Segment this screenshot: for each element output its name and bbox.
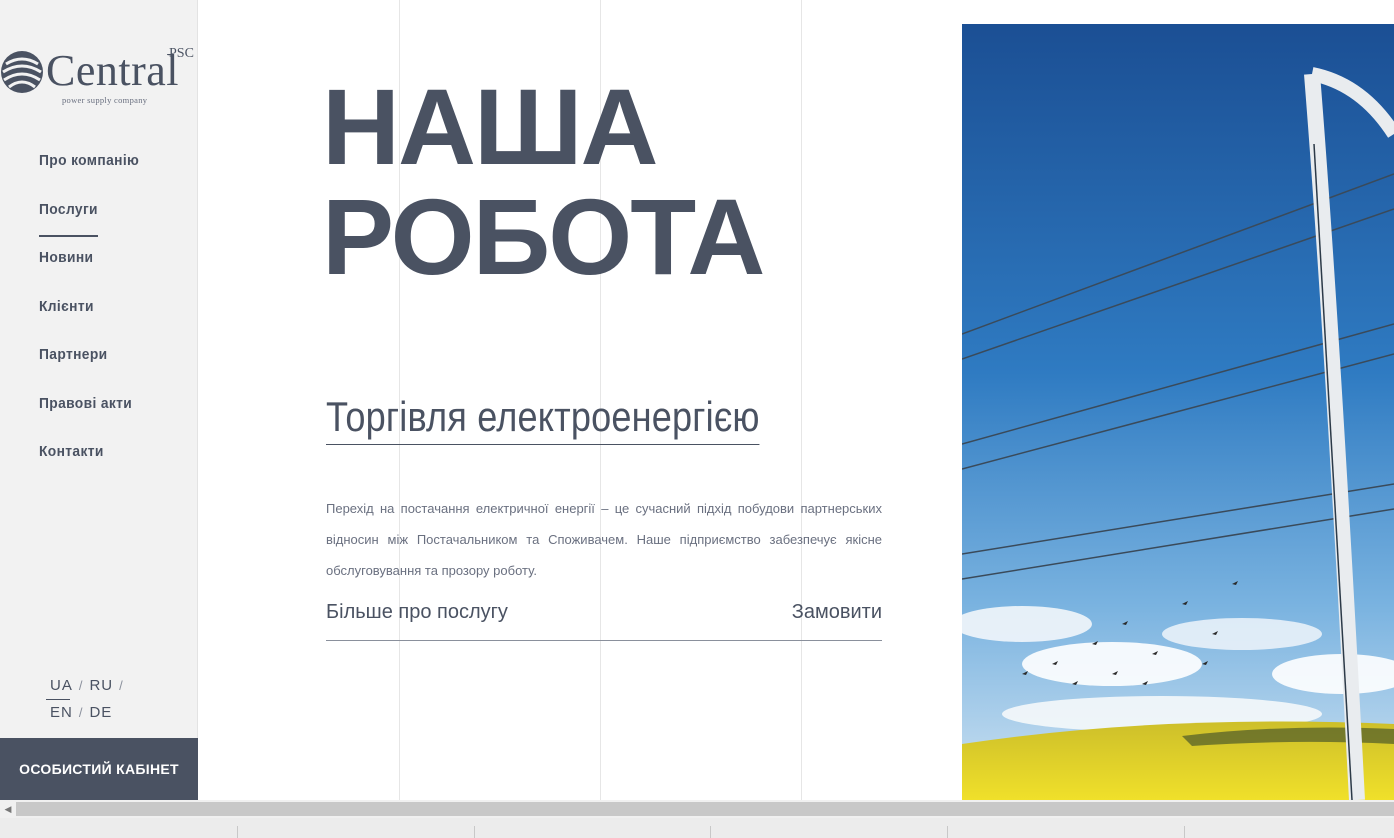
footer-divider <box>237 826 238 838</box>
logo-brand: Central <box>46 46 180 95</box>
page-title-line1: НАША <box>322 66 659 187</box>
page-title-line2: РОБОТА <box>322 176 765 297</box>
more-about-service-link[interactable]: Більше про послугу <box>326 601 508 624</box>
page-title: НАША РОБОТА <box>322 72 765 292</box>
lang-separator: / <box>119 678 124 693</box>
logo[interactable]: Central PSC power supply company <box>0 42 198 112</box>
scroll-left-arrow-icon[interactable]: ◀ <box>0 800 16 818</box>
lang-en[interactable]: EN <box>50 704 73 721</box>
lang-separator: / <box>78 678 84 693</box>
nav-item-partners[interactable]: Партнери <box>39 344 177 393</box>
order-link[interactable]: Замовити <box>792 601 882 624</box>
lang-separator: / <box>78 705 84 720</box>
personal-cabinet-button[interactable]: ОСОБИСТИЙ КАБІНЕТ <box>0 738 198 800</box>
footer-divider <box>710 826 711 838</box>
main-nav: Про компанію Послуги Новини Клієнти Парт… <box>39 150 189 490</box>
logo-tagline: power supply company <box>62 95 148 105</box>
grid-line <box>801 0 802 800</box>
logo-mark-icon <box>1 51 43 93</box>
footer-divider <box>1184 826 1185 838</box>
service-title[interactable]: Торгівля електроенергією <box>326 392 760 445</box>
footer-divider <box>947 826 948 838</box>
lang-de[interactable]: DE <box>89 704 112 721</box>
service-description: Перехід на постачання електричної енергі… <box>326 501 882 578</box>
logo-superscript: PSC <box>169 46 194 61</box>
service-actions: Більше про послугу Замовити <box>326 598 882 641</box>
footer-divider <box>474 826 475 838</box>
language-switcher: UA / RU / EN / DE <box>50 676 130 730</box>
nav-active-underline <box>39 235 98 237</box>
nav-item-services[interactable]: Послуги <box>39 199 177 248</box>
lang-ru[interactable]: RU <box>89 677 113 694</box>
nav-item-clients[interactable]: Клієнти <box>39 296 177 345</box>
power-line-illustration <box>962 24 1394 800</box>
lang-active-underline <box>46 699 70 700</box>
footer-strip <box>0 818 1394 838</box>
nav-item-news[interactable]: Новини <box>39 247 177 296</box>
nav-item-about[interactable]: Про компанію <box>39 150 177 199</box>
nav-item-contacts[interactable]: Контакти <box>39 441 177 490</box>
sidebar: Central PSC power supply company Про ком… <box>0 0 198 800</box>
scrollbar-thumb[interactable] <box>16 802 1394 816</box>
lang-ua[interactable]: UA <box>50 677 73 694</box>
nav-item-legal[interactable]: Правові акти <box>39 393 177 442</box>
hero-image <box>962 24 1394 800</box>
horizontal-scrollbar[interactable]: ◀ <box>0 800 1394 818</box>
